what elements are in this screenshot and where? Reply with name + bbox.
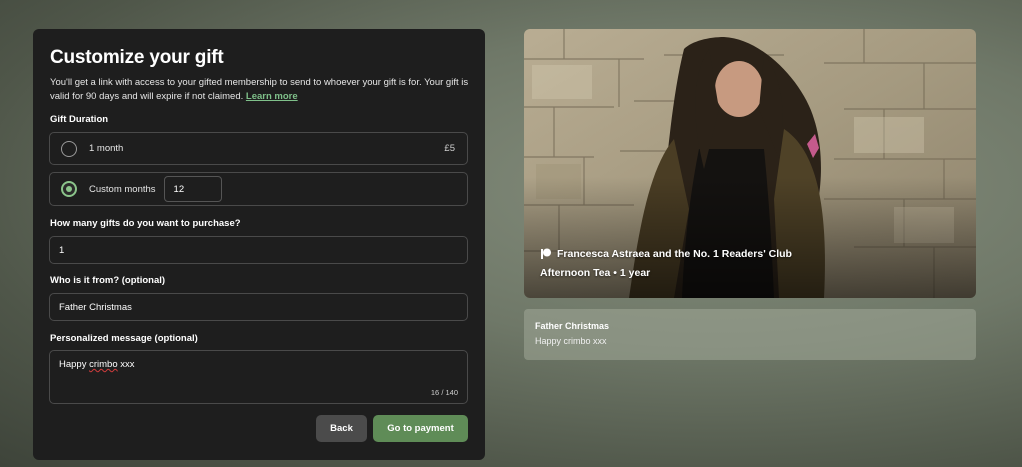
quantity-label: How many gifts do you want to purchase?: [50, 218, 241, 229]
message-textarea[interactable]: Happy crimbo xxx 16 / 140: [49, 350, 468, 404]
duration-option-1-month[interactable]: 1 month £5: [49, 132, 468, 165]
gift-message-preview: Father Christmas Happy crimbo xxx: [524, 309, 976, 360]
message-label: Personalized message (optional): [50, 333, 198, 344]
preview-from: Father Christmas: [535, 321, 610, 331]
character-counter: 16 / 140: [430, 388, 458, 397]
gift-description: You'll get a link with access to your gi…: [50, 76, 470, 104]
duration-option-custom[interactable]: Custom months: [49, 172, 468, 206]
preview-message: Happy crimbo xxx: [535, 336, 607, 346]
message-text-1: Happy: [59, 359, 90, 370]
from-input[interactable]: [49, 293, 468, 321]
creator-name: Francesca Astraea and the No. 1 Readers'…: [540, 248, 792, 260]
page-title: Customize your gift: [50, 47, 224, 68]
radio-selected-icon[interactable]: [61, 181, 77, 197]
creator-name-text: Francesca Astraea and the No. 1 Readers'…: [557, 248, 792, 260]
message-text-misspelled: crimbo: [89, 359, 118, 370]
custom-months-input[interactable]: [163, 176, 222, 202]
learn-more-link[interactable]: Learn more: [246, 91, 298, 102]
creator-cover-image: Francesca Astraea and the No. 1 Readers'…: [524, 29, 976, 298]
patreon-icon: [541, 248, 551, 259]
message-text-3: xxx: [117, 359, 135, 370]
quantity-input[interactable]: [49, 236, 468, 264]
option-custom-label: Custom months: [89, 183, 156, 195]
tier-name: Afternoon Tea • 1 year: [540, 267, 651, 279]
option-month-price: £5: [444, 143, 455, 154]
radio-unselected-icon[interactable]: [61, 140, 77, 157]
from-label: Who is it from? (optional): [50, 275, 166, 286]
gift-duration-label: Gift Duration: [50, 114, 109, 125]
option-month-label: 1 month: [89, 143, 124, 154]
gift-form-panel: Customize your gift You'll get a link wi…: [33, 29, 485, 460]
back-button[interactable]: Back: [316, 415, 367, 442]
go-to-payment-button[interactable]: Go to payment: [373, 415, 468, 442]
